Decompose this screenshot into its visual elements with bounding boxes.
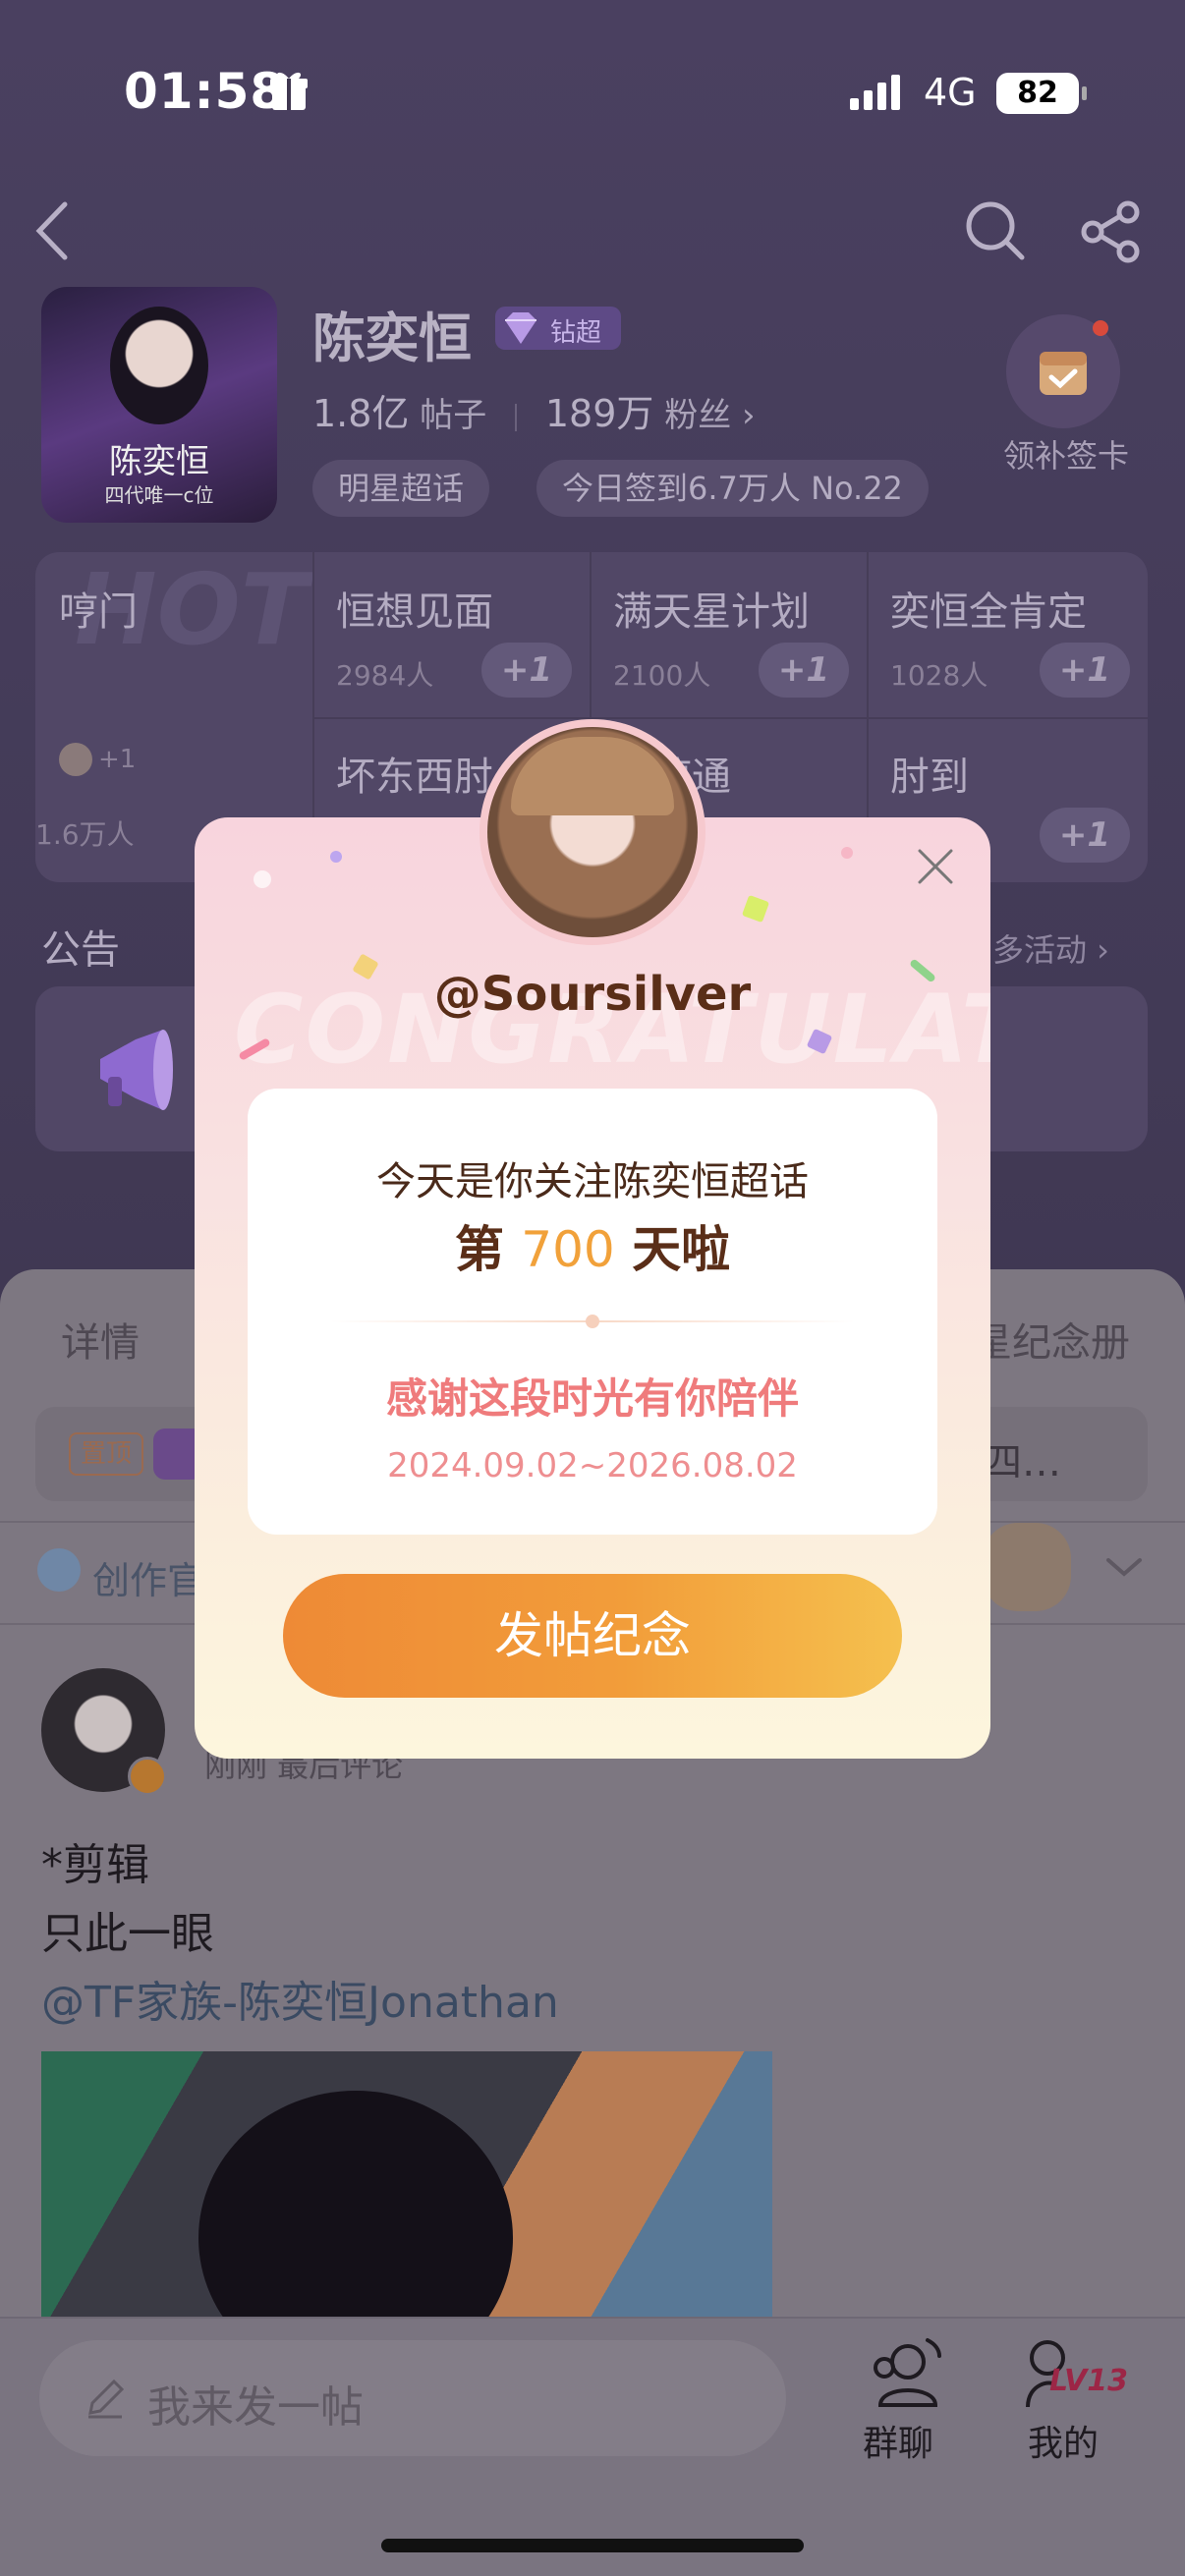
close-icon[interactable] — [914, 845, 957, 888]
anniversary-card: 今天是你关注陈奕恒超话 第 700 天啦 感谢这段时光有你陪伴 2024.09.… — [248, 1089, 937, 1535]
creator-label[interactable]: 创作官 — [92, 1550, 204, 1604]
compose-input[interactable]: 我来发一帖 — [39, 2340, 786, 2456]
calendar-check-icon — [1040, 352, 1087, 395]
activity-title: 肘到 — [890, 755, 969, 800]
notification-dot — [1093, 320, 1108, 336]
checkin-rank-tag[interactable]: 今日签到6.7万人 No.22 — [536, 460, 929, 517]
post-mention-link[interactable]: @TF家族-陈奕恒Jonathan — [41, 1967, 559, 2030]
fans-count: 189万 — [544, 392, 654, 435]
confetti-piece — [841, 847, 853, 859]
compose-placeholder: 我来发一帖 — [147, 2382, 364, 2433]
share-icon[interactable] — [1079, 198, 1144, 263]
date-range: 2024.09.02~2026.08.02 — [387, 1446, 798, 1485]
home-indicator[interactable] — [381, 2539, 804, 2552]
level-badge: LV13 — [1049, 2364, 1128, 2398]
confetti-piece — [741, 894, 770, 924]
posts-label: 帖子 — [420, 396, 487, 435]
top-nav — [0, 187, 1185, 275]
gift-icon — [270, 72, 308, 110]
activity-cell[interactable]: 满天星计划 2100人 +1 — [590, 552, 867, 717]
activity-count: 1028人 — [890, 659, 988, 692]
back-arrow-icon[interactable] — [29, 198, 79, 263]
status-time: 01:58 — [124, 63, 286, 120]
activity-title: 满天星计划 — [613, 589, 810, 635]
posts-count: 1.8亿 — [312, 392, 410, 435]
activity-count: 2100人 — [613, 659, 711, 692]
user-avatar — [480, 719, 705, 945]
tab-star-album[interactable]: 星纪念册 — [973, 1311, 1130, 1368]
supertopic-page: 01:58 4G 82 陈奕恒 四代唯一c位 陈奕恒 钻超 1.8亿 帖子 18… — [0, 0, 1185, 2576]
post-commemorate-button[interactable]: 发帖纪念 — [283, 1574, 902, 1698]
activity-title: 坏东西肘 — [336, 755, 493, 800]
chevron-down-icon[interactable] — [1104, 1554, 1144, 1580]
cover-name-text: 陈奕恒 — [109, 442, 209, 481]
avatar-hair — [511, 737, 674, 815]
days-number: 700 — [521, 1221, 615, 1278]
anniversary-modal: CONGRATULATE @Soursilver 今天是你关注陈奕恒超话 第 7… — [195, 817, 990, 1759]
post-text-line: 只此一眼 — [41, 1909, 214, 1959]
group-chat-icon[interactable] — [867, 2334, 949, 2413]
pinned-title-tail: 四… — [983, 1440, 1061, 1485]
username-handle: @Soursilver — [433, 967, 752, 1022]
fans-chevron-icon[interactable]: › — [742, 396, 756, 435]
post-text-line: *剪辑 — [41, 1840, 149, 1890]
battery-indicator: 82 — [996, 73, 1087, 114]
checkin-card-label[interactable]: 领补签卡 — [1002, 434, 1130, 477]
teddy-bear-sticker — [983, 1523, 1071, 1611]
creator-badge-icon — [37, 1548, 81, 1592]
activity-count: 1.6万人 — [35, 818, 135, 851]
days-count-line: 第 700 天啦 — [248, 1210, 937, 1281]
activity-title: 奕恒全肯定 — [890, 589, 1087, 635]
divider-heart-icon — [586, 1315, 599, 1328]
plus-one-button[interactable]: +1 — [1040, 808, 1130, 863]
participant-plus: +1 — [98, 745, 137, 774]
bottom-bar: 我来发一帖 群聊 LV13 我的 — [0, 2317, 1185, 2576]
thanks-message: 感谢这段时光有你陪伴 — [385, 1374, 799, 1423]
pen-icon — [88, 2379, 125, 2419]
supertopic-name: 陈奕恒 — [312, 308, 472, 369]
activity-cell[interactable]: 奕恒全肯定 1028人 +1 — [867, 552, 1148, 717]
plus-one-button[interactable]: +1 — [759, 643, 849, 698]
cover-subtitle-text: 四代唯一c位 — [104, 483, 214, 507]
notice-title: 公告 — [41, 927, 120, 973]
confetti-piece — [330, 851, 342, 863]
network-type: 4G — [924, 71, 977, 114]
days-suffix: 天啦 — [632, 1221, 731, 1278]
stats-divider — [515, 403, 518, 431]
pinned-tag: 置顶 — [69, 1432, 144, 1476]
signal-icon — [850, 75, 900, 110]
supertopic-stats: 1.8亿 帖子 189万 粉丝 › — [312, 383, 756, 437]
fans-label[interactable]: 粉丝 — [664, 396, 731, 435]
tab-detail[interactable]: 详情 — [61, 1311, 140, 1368]
status-bar: 01:58 4G 82 — [0, 0, 1185, 196]
diamond-badge[interactable]: 钻超 — [495, 307, 621, 350]
me-label[interactable]: 我的 — [1028, 2415, 1099, 2466]
supertopic-cover-image[interactable]: 陈奕恒 四代唯一c位 — [41, 287, 277, 523]
follow-statement: 今天是你关注陈奕恒超话 — [376, 1159, 809, 1204]
activity-cell[interactable]: 恒想见面 2984人 +1 — [312, 552, 590, 717]
activity-count: 2984人 — [336, 659, 434, 692]
user-avatar-image — [487, 727, 698, 937]
plus-one-button[interactable]: +1 — [1040, 643, 1130, 698]
plus-one-button[interactable]: +1 — [481, 643, 572, 698]
days-prefix: 第 — [454, 1221, 504, 1278]
activity-title: 恒想见面 — [336, 589, 493, 635]
post-image[interactable] — [41, 2051, 772, 2346]
search-icon[interactable] — [963, 198, 1028, 263]
group-chat-label[interactable]: 群聊 — [863, 2415, 933, 2466]
badge-label: 钻超 — [550, 318, 602, 348]
megaphone-icon — [100, 1030, 173, 1110]
diamond-icon — [505, 312, 536, 344]
cover-portrait — [110, 307, 208, 424]
participant-avatar — [59, 743, 92, 776]
more-activities-link[interactable]: 多活动 › — [992, 925, 1109, 971]
confetti-piece — [254, 870, 271, 888]
verified-badge-icon — [128, 1757, 167, 1796]
activity-title: 哼门 — [59, 589, 138, 635]
category-tag[interactable]: 明星超话 — [312, 460, 490, 517]
post-image-subject — [198, 2091, 513, 2346]
